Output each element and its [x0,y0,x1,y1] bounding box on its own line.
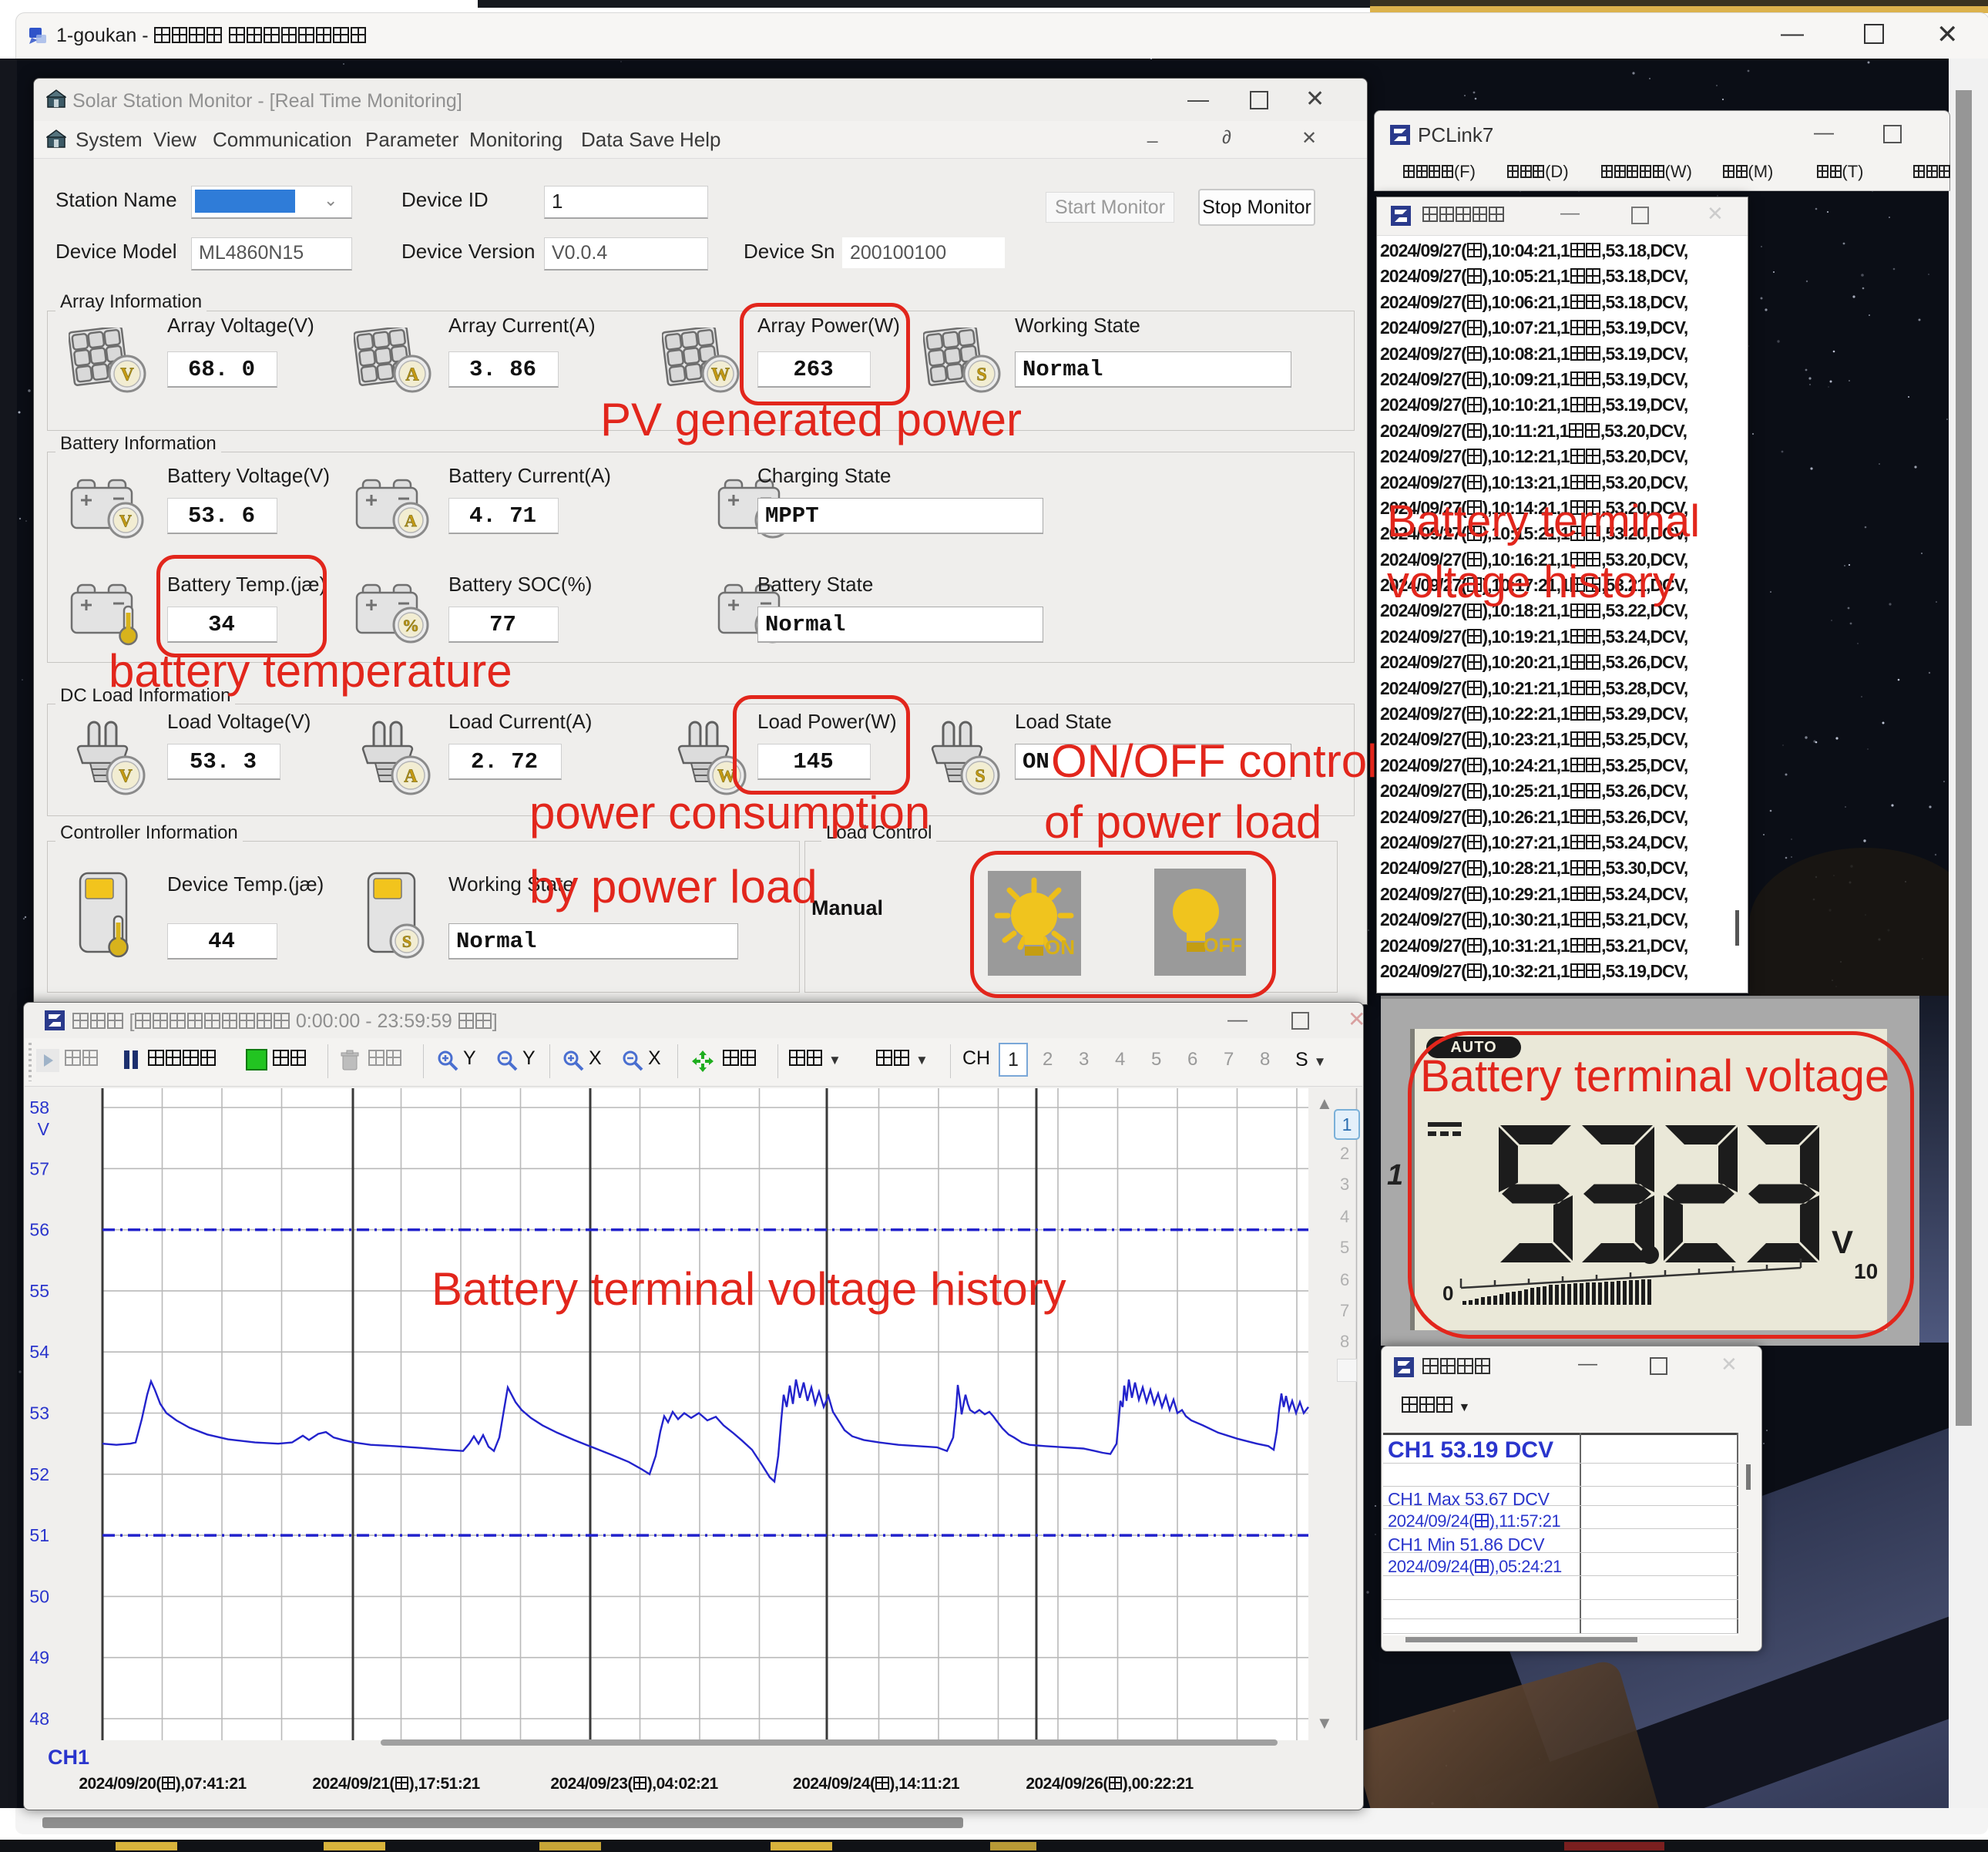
svg-text:49: 49 [29,1648,49,1668]
svg-text:54: 54 [29,1342,49,1362]
svg-text:A: A [405,365,419,385]
svg-text:%: % [402,616,419,635]
svg-text:V: V [119,511,132,530]
svg-text:S: S [402,932,411,951]
svg-text:56: 56 [29,1220,49,1240]
svg-text:51: 51 [29,1525,49,1545]
svg-text:V: V [38,1119,50,1139]
svg-text:48: 48 [29,1709,49,1729]
svg-text:A: A [404,767,418,787]
svg-text:50: 50 [29,1586,49,1606]
svg-text:S: S [975,767,985,787]
svg-text:V: V [119,767,133,787]
svg-text:S: S [976,365,986,385]
svg-text:55: 55 [29,1281,49,1301]
svg-text:53: 53 [29,1403,49,1423]
svg-text:57: 57 [29,1158,49,1178]
svg-text:V: V [120,365,134,385]
svg-text:58: 58 [29,1097,49,1118]
svg-text:52: 52 [29,1464,49,1484]
svg-text:W: W [711,365,730,385]
svg-text:A: A [405,511,417,530]
